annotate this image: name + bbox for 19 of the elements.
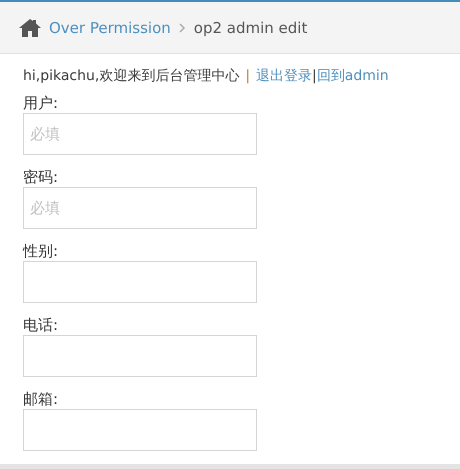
separator: | bbox=[245, 68, 250, 84]
field-label: 性别: bbox=[23, 241, 60, 261]
logout-link[interactable]: 退出登录 bbox=[256, 67, 312, 85]
welcome-text: hi,pikachu,欢迎来到后台管理中心 bbox=[23, 67, 240, 85]
input-field[interactable]: 必填 bbox=[23, 187, 257, 229]
input-field[interactable] bbox=[23, 335, 257, 377]
divider: | bbox=[312, 68, 317, 84]
home-icon bbox=[19, 18, 41, 36]
breadcrumb-current: op2 admin edit bbox=[194, 18, 308, 36]
field-label: 邮箱: bbox=[23, 389, 60, 409]
field-label: 密码: bbox=[23, 167, 60, 187]
chevron-icon bbox=[178, 22, 186, 32]
back-link[interactable]: 回到admin bbox=[316, 67, 389, 85]
breadcrumb-link[interactable]: Over Permission bbox=[49, 18, 171, 36]
field-label: 电话: bbox=[23, 315, 60, 335]
input-field[interactable]: 必填 bbox=[23, 113, 257, 155]
input-field[interactable] bbox=[23, 409, 257, 451]
field-label: 用户: bbox=[23, 93, 60, 113]
input-field[interactable] bbox=[23, 261, 257, 303]
